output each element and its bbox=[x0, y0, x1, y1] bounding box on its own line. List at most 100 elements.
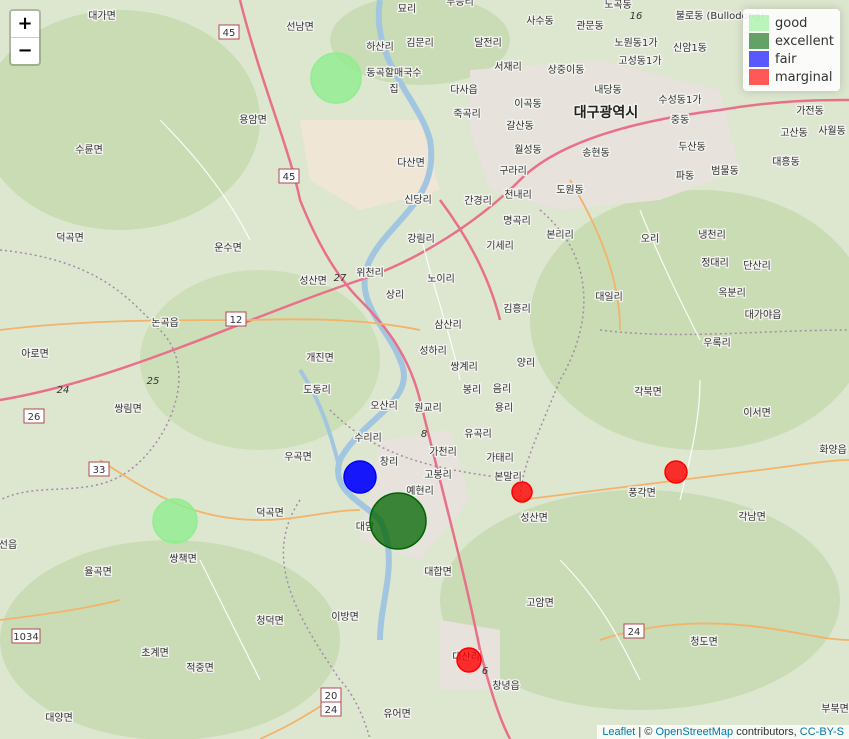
place-label: 선남면 bbox=[286, 21, 314, 33]
place-label: 신당리 bbox=[404, 194, 432, 206]
place-label: 선읍 bbox=[0, 539, 17, 551]
base-map-tiles[interactable]: 45 45 27 12 26 24 25 33 1034 24 20 24 16… bbox=[0, 0, 849, 739]
place-label: 동곡할매국수 bbox=[366, 67, 421, 79]
legend-swatch bbox=[749, 33, 769, 49]
place-label: 수성동1가 bbox=[658, 94, 701, 106]
place-label: 상중이동 bbox=[548, 64, 585, 76]
place-label: 오산리 bbox=[370, 400, 398, 412]
attribution-separator: | © bbox=[635, 726, 656, 738]
place-label: 수리리 bbox=[354, 432, 382, 444]
place-label: 화양읍 bbox=[819, 444, 847, 456]
place-label: 대흥동 bbox=[772, 155, 800, 168]
road-shield: 24 bbox=[623, 623, 645, 639]
place-label: 두산동 bbox=[678, 141, 706, 153]
place-label: 노원동1가 bbox=[614, 37, 657, 49]
place-label: 상리 bbox=[386, 289, 404, 301]
place-label: 중동 bbox=[671, 114, 689, 126]
place-label: 김문리 bbox=[406, 37, 434, 49]
place-label: 기세리 bbox=[486, 240, 514, 252]
legend: good excellent fair marginal bbox=[743, 9, 840, 91]
place-label: 김흥리 bbox=[503, 302, 531, 315]
place-label: 대가면 bbox=[88, 10, 116, 22]
place-label: 유곡리 bbox=[464, 428, 492, 440]
legend-label: marginal bbox=[775, 69, 833, 85]
svg-text:16: 16 bbox=[630, 11, 643, 22]
marker-good[interactable] bbox=[310, 52, 362, 104]
place-label: 각북면 bbox=[634, 386, 662, 398]
svg-text:27: 27 bbox=[334, 273, 347, 284]
place-label: 개진면 bbox=[306, 352, 334, 364]
place-label: 고암면 bbox=[526, 597, 554, 609]
marker-fair[interactable] bbox=[343, 460, 377, 494]
place-label: 초계면 bbox=[141, 647, 169, 659]
road-shield: 45 bbox=[218, 24, 240, 40]
place-label: 쌍계리 bbox=[450, 361, 478, 373]
place-label: 간경리 bbox=[464, 194, 492, 207]
place-label: 달전리 bbox=[474, 37, 502, 49]
place-label: 유어면 bbox=[383, 708, 411, 720]
attribution: Leaflet | © OpenStreetMap contributors, … bbox=[597, 725, 849, 739]
place-label: 고산동 bbox=[780, 127, 808, 139]
place-label: 이곡동 bbox=[514, 98, 542, 110]
place-label: 봉리 bbox=[463, 384, 481, 396]
road-shield: 33 bbox=[88, 461, 110, 477]
road-shield: 16 bbox=[630, 11, 643, 22]
place-label: 풍각면 bbox=[628, 487, 656, 499]
place-label: 창리 bbox=[380, 456, 398, 468]
place-label: 하산리 bbox=[366, 40, 394, 53]
leaflet-link[interactable]: Leaflet bbox=[602, 726, 635, 738]
map-container[interactable]: 45 45 27 12 26 24 25 33 1034 24 20 24 16… bbox=[0, 0, 849, 739]
svg-text:33: 33 bbox=[93, 465, 106, 476]
svg-text:24: 24 bbox=[57, 385, 70, 396]
place-label: 월성동 bbox=[514, 144, 542, 156]
legend-item-marginal: marginal bbox=[749, 68, 834, 86]
place-label: 우록리 bbox=[703, 337, 731, 349]
place-label: 내당동 bbox=[594, 84, 622, 96]
marker-excellent[interactable] bbox=[369, 492, 427, 550]
place-label: 창녕읍 bbox=[492, 680, 520, 692]
place-label: 가태리 bbox=[486, 452, 514, 464]
place-label: 대구광역시 bbox=[574, 104, 638, 121]
marker-marginal[interactable] bbox=[511, 481, 533, 503]
zoom-in-button[interactable]: + bbox=[11, 11, 39, 37]
place-label: 성산면 bbox=[299, 275, 327, 287]
place-label: 논곡읍 bbox=[151, 317, 179, 329]
svg-text:1034: 1034 bbox=[13, 632, 38, 643]
marker-marginal[interactable] bbox=[456, 647, 482, 673]
place-label: 성하리 bbox=[419, 344, 447, 357]
marker-marginal[interactable] bbox=[664, 460, 688, 484]
legend-swatch bbox=[749, 69, 769, 85]
road-shield: 8 bbox=[421, 429, 427, 440]
place-label: 율곡면 bbox=[84, 566, 112, 578]
place-label: 이서면 bbox=[743, 407, 771, 419]
road-shield: 25 bbox=[147, 376, 160, 387]
osm-link[interactable]: OpenStreetMap bbox=[655, 726, 733, 738]
place-label: 다사읍 bbox=[450, 84, 478, 96]
marker-good[interactable] bbox=[152, 498, 198, 544]
place-label: 단산리 bbox=[743, 260, 771, 272]
legend-label: good bbox=[775, 15, 808, 31]
place-label: 집 bbox=[389, 83, 398, 95]
place-label: 오리 bbox=[641, 233, 659, 245]
place-label: 덕곡면 bbox=[56, 232, 84, 244]
place-label: 덕곡면 bbox=[256, 507, 284, 519]
place-label: 사수동 bbox=[526, 15, 554, 27]
place-label: 아로면 bbox=[21, 348, 49, 360]
road-shield: 20 bbox=[320, 687, 342, 703]
svg-text:8: 8 bbox=[421, 429, 427, 440]
place-label: 노이리 bbox=[427, 273, 455, 285]
place-label: 도원동 bbox=[556, 184, 584, 196]
license-link[interactable]: CC-BY-S bbox=[800, 726, 844, 738]
place-label: 노곡동 bbox=[604, 0, 632, 11]
place-label: 죽곡리 bbox=[453, 108, 481, 120]
road-shield: 45 bbox=[278, 168, 300, 184]
place-label: 가천리 bbox=[429, 446, 457, 458]
place-label: 도동리 bbox=[303, 384, 331, 396]
legend-label: fair bbox=[775, 51, 797, 67]
zoom-out-button[interactable]: − bbox=[11, 37, 39, 64]
place-label: 파동 bbox=[676, 170, 694, 182]
place-label: 쌍림면 bbox=[114, 403, 142, 415]
legend-swatch bbox=[749, 51, 769, 67]
place-label: 이방면 bbox=[331, 611, 359, 623]
attribution-contributors: contributors, bbox=[733, 726, 800, 738]
